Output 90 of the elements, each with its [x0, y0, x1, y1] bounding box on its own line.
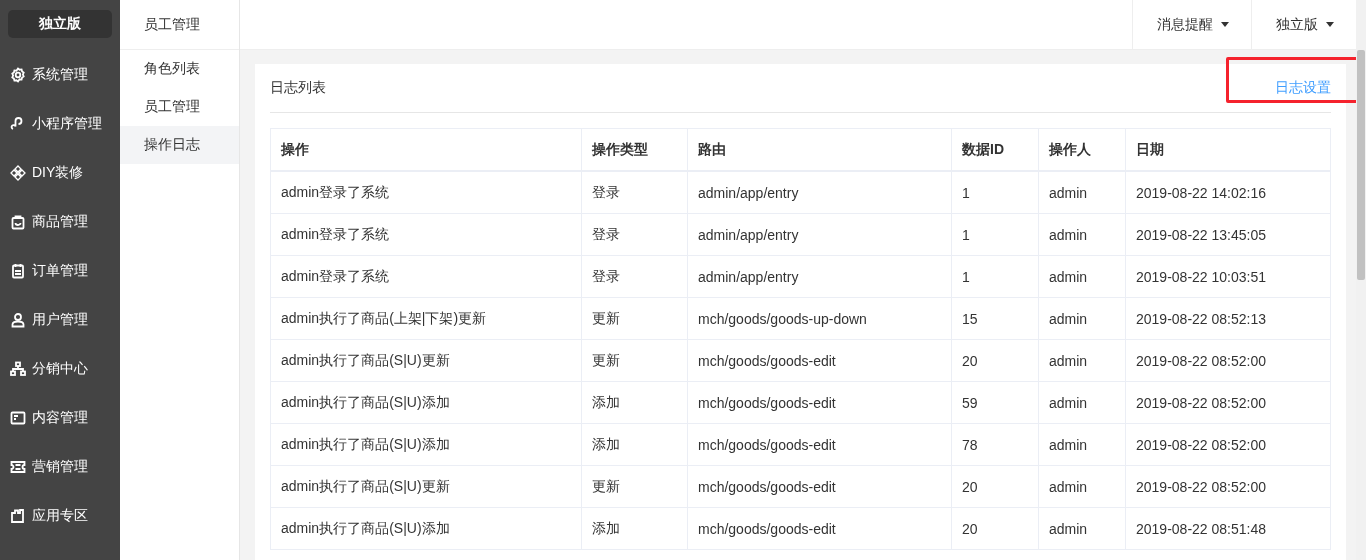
table-cell: admin登录了系统 [270, 213, 582, 256]
table-cell: admin执行了商品(S|U)更新 [270, 339, 582, 382]
table-cell: 更新 [581, 339, 688, 382]
table-cell: admin [1038, 339, 1126, 382]
column-header: 日期 [1125, 128, 1331, 171]
table-cell: admin [1038, 213, 1126, 256]
table-cell: 1 [951, 213, 1039, 256]
table-cell: 更新 [581, 465, 688, 508]
scroll-thumb[interactable] [1357, 50, 1365, 280]
table-cell: admin执行了商品(S|U)添加 [270, 381, 582, 424]
table-cell: 2019-08-22 08:52:00 [1125, 339, 1331, 382]
document-icon [10, 409, 26, 426]
sidebar-item[interactable]: 订单管理 [0, 246, 120, 295]
table-cell: 2019-08-22 08:52:00 [1125, 465, 1331, 508]
submenu-title: 员工管理 [120, 0, 239, 50]
card-title: 日志列表 [270, 79, 326, 97]
table-cell: 1 [951, 255, 1039, 298]
table-cell: admin/app/entry [687, 255, 952, 298]
column-header: 数据ID [951, 128, 1039, 171]
table-cell: 15 [951, 297, 1039, 340]
table-cell: admin/app/entry [687, 171, 952, 214]
table-cell: 2019-08-22 10:03:51 [1125, 255, 1331, 298]
table-cell: 添加 [581, 381, 688, 424]
submenu-item[interactable]: 员工管理 [120, 88, 239, 126]
table-cell: admin登录了系统 [270, 255, 582, 298]
user-icon [10, 311, 26, 328]
dropdown-menu[interactable]: 消息提醒 [1132, 0, 1251, 49]
table-cell: 2019-08-22 13:45:05 [1125, 213, 1331, 256]
sidebar-item[interactable]: 营销管理 [0, 442, 120, 491]
sidebar-item[interactable]: 商品管理 [0, 197, 120, 246]
table-cell: 登录 [581, 255, 688, 298]
table-cell: mch/goods/goods-edit [687, 465, 952, 508]
sidebar-item[interactable]: 内容管理 [0, 393, 120, 442]
column-header: 操作 [270, 128, 582, 171]
table-cell: 2019-08-22 08:52:13 [1125, 297, 1331, 340]
table-cell: 20 [951, 507, 1039, 550]
table-cell: admin [1038, 507, 1126, 550]
clipboard-icon [10, 262, 26, 279]
sidebar-item[interactable]: 分销中心 [0, 344, 120, 393]
column-header: 操作类型 [581, 128, 688, 171]
table-cell: 更新 [581, 297, 688, 340]
sidebar-item[interactable]: 系统管理 [0, 50, 120, 99]
puzzle-icon [10, 507, 26, 524]
hierarchy-icon [10, 360, 26, 377]
table-cell: mch/goods/goods-edit [687, 507, 952, 550]
table-cell: admin执行了商品(上架|下架)更新 [270, 297, 582, 340]
table-cell: mch/goods/goods-up-down [687, 297, 952, 340]
caret-icon [1326, 22, 1334, 27]
sidebar-item[interactable]: 应用专区 [0, 491, 120, 540]
table-cell: admin执行了商品(S|U)添加 [270, 423, 582, 466]
table-cell: 登录 [581, 171, 688, 214]
table-cell: 1 [951, 171, 1039, 214]
table-cell: admin [1038, 171, 1126, 214]
table-cell: admin [1038, 297, 1126, 340]
table-cell: admin [1038, 381, 1126, 424]
table-cell: admin执行了商品(S|U)更新 [270, 465, 582, 508]
table-cell: admin [1038, 255, 1126, 298]
table-cell: mch/goods/goods-edit [687, 339, 952, 382]
sidebar-item[interactable]: 用户管理 [0, 295, 120, 344]
bag-icon [10, 213, 26, 230]
ticket-icon [10, 458, 26, 475]
edition-badge[interactable]: 独立版 [8, 10, 112, 38]
table-cell: admin [1038, 423, 1126, 466]
table-cell: 2019-08-22 08:51:48 [1125, 507, 1331, 550]
diamond-icon [10, 164, 26, 181]
table-cell: 添加 [581, 507, 688, 550]
table-cell: 登录 [581, 213, 688, 256]
table-cell: 59 [951, 381, 1039, 424]
table-cell: admin登录了系统 [270, 171, 582, 214]
sidebar-item[interactable]: 小程序管理 [0, 99, 120, 148]
table-cell: admin执行了商品(S|U)添加 [270, 507, 582, 550]
gear-icon [10, 66, 26, 83]
column-header: 操作人 [1038, 128, 1126, 171]
table-cell: 20 [951, 339, 1039, 382]
table-cell: 20 [951, 465, 1039, 508]
sidebar-item[interactable]: DIY装修 [0, 148, 120, 197]
table-cell: mch/goods/goods-edit [687, 423, 952, 466]
table-cell: 2019-08-22 14:02:16 [1125, 171, 1331, 214]
table-cell: admin [1038, 465, 1126, 508]
table-cell: mch/goods/goods-edit [687, 381, 952, 424]
submenu-item[interactable]: 角色列表 [120, 50, 239, 88]
caret-icon [1221, 22, 1229, 27]
table-cell: 2019-08-22 08:52:00 [1125, 423, 1331, 466]
table-cell: 添加 [581, 423, 688, 466]
column-header: 路由 [687, 128, 952, 171]
table-cell: 78 [951, 423, 1039, 466]
table-cell: admin/app/entry [687, 213, 952, 256]
table-cell: 2019-08-22 08:52:00 [1125, 381, 1331, 424]
submenu-item[interactable]: 操作日志 [120, 126, 239, 164]
scrollbar[interactable] [1356, 0, 1366, 560]
